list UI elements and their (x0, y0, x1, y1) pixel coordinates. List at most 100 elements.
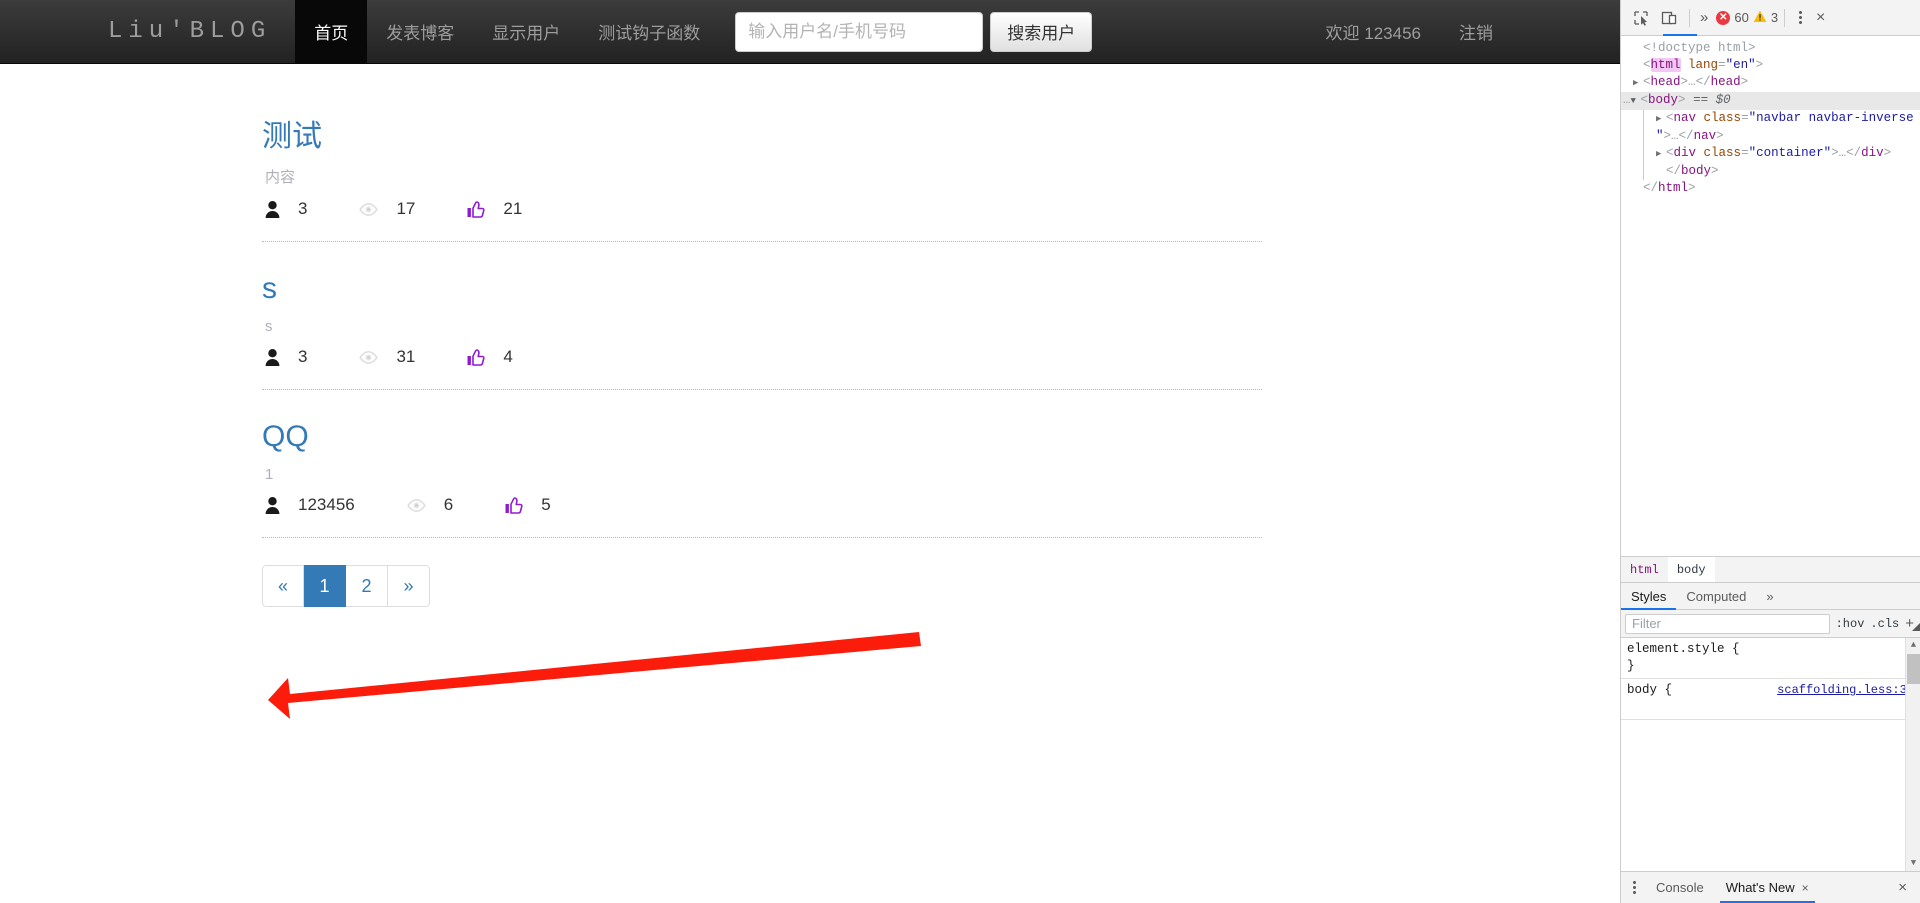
dom-line-doctype[interactable]: <!doctype html> (1621, 40, 1920, 57)
dom-line-div-container[interactable]: ▶ <div class="container">…</div> (1643, 145, 1920, 163)
eye-icon (359, 202, 379, 216)
pagination-wrapper: « 1 2 » (245, 538, 1375, 607)
drawer-tab-close-icon[interactable]: × (1802, 881, 1809, 895)
breadcrumb-item-html[interactable]: html (1621, 557, 1668, 582)
kebab-menu-icon[interactable] (1791, 11, 1810, 24)
scrollbar-down-arrow[interactable]: ▼ (1906, 856, 1920, 871)
style-rule-source-link[interactable]: scaffolding.less:32 (1777, 682, 1914, 699)
navbar-item-show-users: 显示用户 (473, 0, 579, 63)
pagination-page-link-1[interactable]: 1 (304, 565, 346, 607)
post-likes-value: 4 (503, 347, 513, 366)
styles-filter-input[interactable]: Filter (1625, 613, 1830, 634)
scrollbar-up-arrow[interactable]: ▲ (1906, 638, 1920, 653)
post-author-stat: 3 (265, 347, 359, 367)
post-title-link[interactable]: s (245, 242, 1375, 305)
drawer-tab-console[interactable]: Console (1646, 872, 1714, 903)
error-icon: ✕ (1716, 10, 1731, 25)
navbar-brand[interactable]: Liu'BLOG (0, 0, 295, 63)
user-icon (265, 348, 280, 366)
dom-line-body-close: </body> (1643, 163, 1920, 180)
styles-scrollbar[interactable]: ▲ ▼ (1905, 638, 1920, 871)
dom-line-nav[interactable]: ▶ <nav class="navbar navbar-inverse ">…</… (1643, 110, 1920, 145)
post-stats-row: 123456 6 5 (245, 483, 1375, 515)
post-item: s s 3 31 4 (245, 242, 1375, 390)
post-views-stat: 31 (359, 347, 467, 367)
style-rule-selector: element.style { (1627, 642, 1740, 656)
search-input[interactable] (735, 11, 984, 52)
post-author-stat: 123456 (265, 495, 407, 515)
logout-link[interactable]: 注销 (1440, 19, 1512, 44)
device-toolbar-icon[interactable] (1655, 4, 1683, 32)
style-rule-element-style[interactable]: element.style { } (1621, 638, 1920, 679)
navbar-item-publish: 发表博客 (367, 0, 473, 63)
post-title-link[interactable]: 测试 (245, 90, 1375, 153)
toolbar-divider-2 (1784, 8, 1786, 27)
drawer-kebab-menu-icon[interactable] (1625, 881, 1644, 894)
styles-filter-row: Filter :hov .cls + (1621, 610, 1920, 638)
drawer-close-icon[interactable]: × (1889, 879, 1916, 896)
nav-link-test-hook-functions[interactable]: 测试钩子函数 (579, 0, 719, 63)
pagination: « 1 2 » (262, 565, 430, 607)
hov-toggle[interactable]: :hov (1836, 617, 1865, 631)
styles-rules-pane: element.style { } scaffolding.less:32 bo… (1621, 638, 1920, 871)
pagination-prev-link[interactable]: « (262, 565, 304, 607)
eye-icon (406, 498, 426, 512)
warning-icon (1753, 10, 1767, 26)
post-likes-stat: 5 (505, 495, 551, 515)
tab-computed[interactable]: Computed (1676, 583, 1756, 609)
navbar-menu: 首页 发表博客 显示用户 测试钩子函数 (295, 0, 719, 63)
post-item: QQ 1 123456 6 5 (245, 390, 1375, 538)
more-panels-chevron-icon[interactable]: » (1696, 9, 1712, 26)
nav-link-show-users[interactable]: 显示用户 (473, 0, 579, 63)
post-views-stat: 17 (359, 199, 467, 219)
warning-count-badge[interactable]: 3 (1753, 10, 1778, 26)
thumbs-up-icon[interactable] (467, 200, 486, 218)
style-rule-body[interactable]: scaffolding.less:32 body { (1621, 679, 1920, 720)
inspect-element-icon[interactable] (1627, 4, 1655, 32)
post-stats-row: 3 31 4 (245, 335, 1375, 367)
thumbs-up-icon[interactable] (505, 496, 523, 514)
post-title-link[interactable]: QQ (245, 390, 1375, 453)
nav-link-publish-blog[interactable]: 发表博客 (367, 0, 473, 63)
pagination-next: » (388, 565, 430, 607)
pagination-page-2: 2 (346, 565, 388, 607)
post-likes-stat: 4 (467, 347, 513, 367)
thumbs-up-icon[interactable] (467, 348, 486, 366)
active-tab-underline (1663, 34, 1697, 36)
pagination-next-link[interactable]: » (388, 565, 430, 607)
post-body-text: s (265, 318, 273, 335)
screen-root: Liu'BLOG 首页 发表博客 显示用户 测试钩子函数 搜索用户 (0, 0, 1920, 903)
pagination-page-1: 1 (304, 565, 346, 607)
error-count-badge[interactable]: ✕ 60 (1716, 10, 1749, 25)
post-author-stat: 3 (265, 199, 359, 219)
dom-line-html[interactable]: <html lang="en"> (1621, 57, 1920, 74)
post-views-stat: 6 (406, 495, 505, 515)
dom-line-body[interactable]: …▼ <body> == $0 (1621, 92, 1920, 110)
post-views-value: 6 (443, 495, 454, 514)
pagination-page-link-2[interactable]: 2 (346, 565, 388, 607)
post-views-value: 17 (396, 199, 416, 218)
tab-styles[interactable]: Styles (1621, 583, 1677, 610)
new-style-rule-button[interactable]: + (1905, 615, 1920, 632)
post-likes-value: 5 (541, 495, 551, 514)
navbar-right: 欢迎 123456 注销 (1307, 0, 1620, 63)
post-likes-value: 21 (503, 199, 523, 218)
search-users-button[interactable]: 搜索用户 (990, 11, 1093, 52)
nav-link-home[interactable]: 首页 (295, 0, 368, 63)
post-author-value: 3 (298, 347, 308, 366)
tab-more-chevron-icon[interactable]: » (1756, 583, 1783, 609)
breadcrumb-item-body[interactable]: body (1667, 557, 1715, 582)
devtools-drawer: Console What's New × × (1621, 871, 1920, 903)
dom-line-head[interactable]: ▶ <head>…</head> (1621, 74, 1920, 92)
post-stats-row: 3 17 21 (245, 187, 1375, 219)
drawer-tab-whats-new[interactable]: What's New × (1716, 872, 1819, 903)
cls-toggle[interactable]: .cls (1870, 617, 1899, 631)
devtools-panel: » ✕ 60 3 × <!doctype html> <html lang="e… (1620, 0, 1920, 903)
post-body-text: 1 (265, 466, 274, 483)
dom-tree: <!doctype html> <html lang="en"> ▶ <head>… (1621, 36, 1920, 556)
devtools-toolbar: » ✕ 60 3 × (1621, 0, 1920, 36)
navbar-item-home: 首页 (295, 0, 368, 63)
post-likes-stat: 21 (467, 199, 522, 219)
close-icon[interactable]: × (1810, 9, 1831, 27)
scrollbar-thumb[interactable] (1907, 654, 1920, 684)
